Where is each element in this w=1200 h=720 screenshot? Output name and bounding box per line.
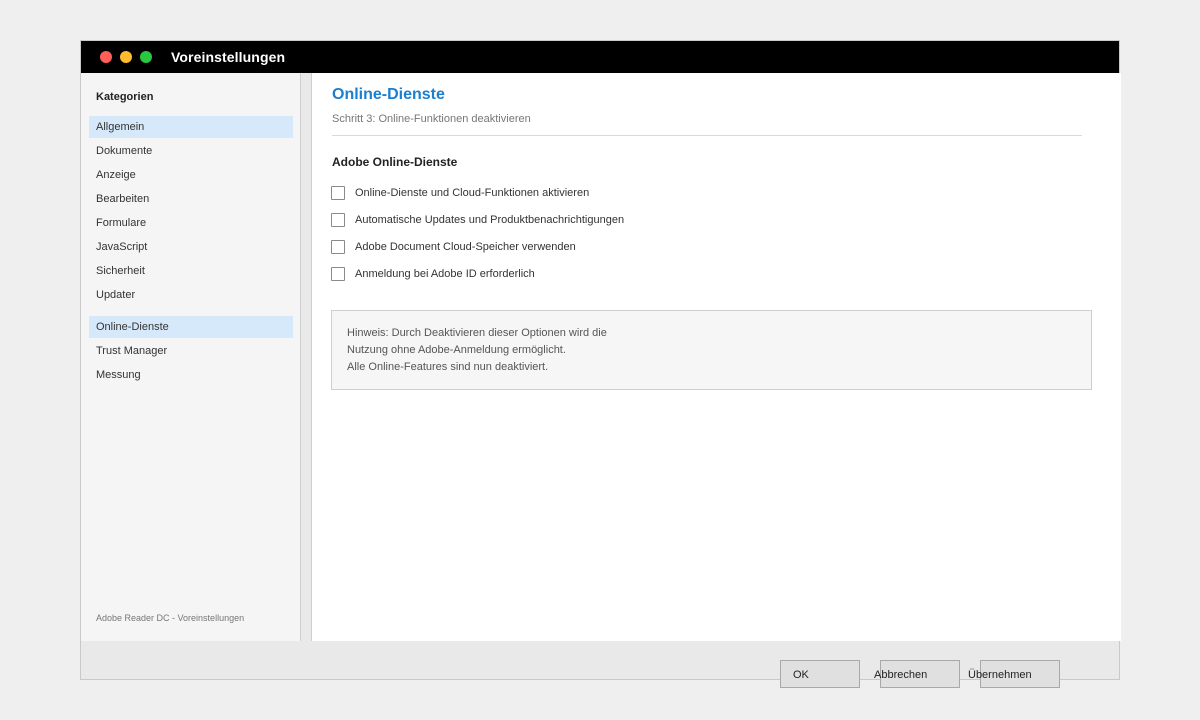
sidebar-item-allgemein[interactable]: Allgemein [89, 116, 293, 138]
sidebar-item-online-dienste[interactable]: Online-Dienste [89, 316, 293, 338]
apply-button[interactable]: Übernehmen [968, 660, 1060, 688]
sidebar-item-sicherheit[interactable]: Sicherheit [89, 260, 293, 282]
sidebar-heading: Kategorien [96, 91, 154, 103]
checkbox-online-services[interactable] [331, 186, 345, 200]
page-title: Online-Dienste [332, 86, 445, 103]
category-sidebar: Kategorien Allgemein Dokumente Anzeige B… [81, 73, 301, 641]
option-online-services[interactable]: Online-Dienste und Cloud-Funktionen akti… [331, 185, 589, 201]
title-bar[interactable]: Voreinstellungen [81, 41, 1119, 73]
zoom-window-button[interactable] [140, 51, 152, 63]
page-subtitle: Schritt 3: Online-Funktionen deaktiviere… [332, 113, 531, 125]
sidebar-item-anzeige[interactable]: Anzeige [89, 164, 293, 186]
section-title: Adobe Online-Dienste [332, 155, 458, 169]
cancel-button[interactable]: Abbrechen [874, 660, 960, 688]
sidebar-item-bearbeiten[interactable]: Bearbeiten [89, 188, 293, 210]
sidebar-item-updater[interactable]: Updater [89, 284, 293, 306]
option-auto-updates[interactable]: Automatische Updates und Produktbenachri… [331, 212, 624, 228]
ok-button[interactable]: OK [780, 660, 860, 688]
sidebar-item-trust-manager[interactable]: Trust Manager [89, 340, 293, 362]
close-window-button[interactable] [100, 51, 112, 63]
option-label: Online-Dienste und Cloud-Funktionen akti… [355, 187, 590, 199]
option-label: Anmeldung bei Adobe ID erforderlich [355, 268, 535, 280]
window-title: Voreinstellungen [171, 49, 286, 65]
settings-panel: Online-Dienste Schritt 3: Online-Funktio… [311, 73, 1121, 641]
option-adobe-id-login[interactable]: Anmeldung bei Adobe ID erforderlich [331, 266, 535, 282]
sidebar-item-formulare[interactable]: Formulare [89, 212, 293, 234]
note-line: Hinweis: Durch Deaktivieren dieser Optio… [347, 327, 607, 339]
preferences-window: Voreinstellungen Kategorien Allgemein Do… [80, 40, 1121, 688]
option-cloud-storage[interactable]: Adobe Document Cloud-Speicher verwenden [331, 239, 576, 255]
minimize-window-button[interactable] [120, 51, 132, 63]
option-label: Adobe Document Cloud-Speicher verwenden [355, 241, 576, 253]
checkbox-cloud-storage[interactable] [331, 240, 345, 254]
sidebar-item-dokumente[interactable]: Dokumente [89, 140, 293, 162]
sidebar-footer: Adobe Reader DC - Voreinstellungen [96, 613, 245, 623]
sidebar-item-javascript[interactable]: JavaScript [89, 236, 293, 258]
header-divider [332, 135, 1082, 136]
note-line: Nutzung ohne Adobe-Anmeldung ermöglicht. [347, 344, 566, 356]
sidebar-item-messung[interactable]: Messung [89, 364, 293, 386]
checkbox-adobe-id-login[interactable] [331, 267, 345, 281]
checkbox-auto-updates[interactable] [331, 213, 345, 227]
note-line: Alle Online-Features sind nun deaktivier… [347, 361, 549, 373]
info-note: Hinweis: Durch Deaktivieren dieser Optio… [331, 310, 1092, 390]
option-label: Automatische Updates und Produktbenachri… [355, 214, 625, 226]
